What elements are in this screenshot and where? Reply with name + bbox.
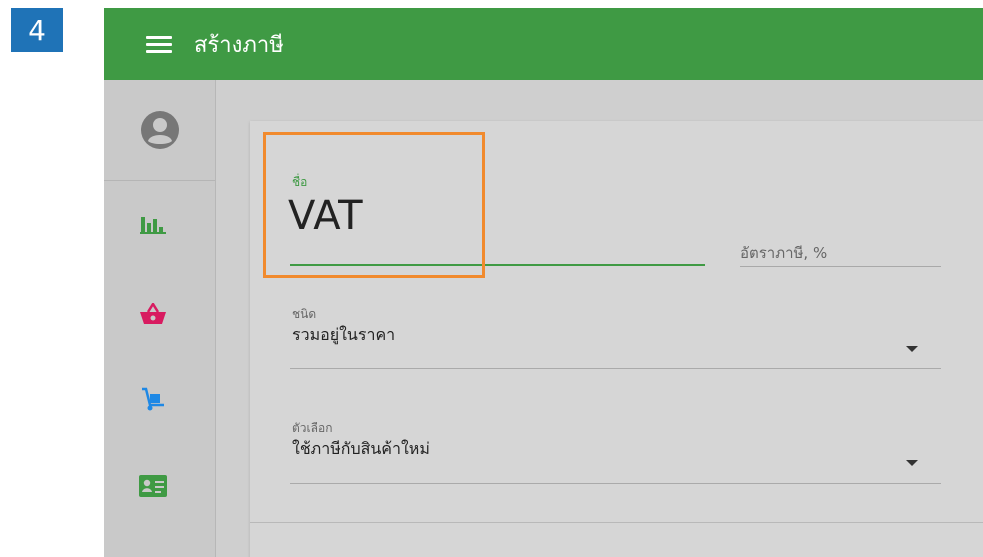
- shopping-basket-icon: [140, 303, 166, 324]
- type-select-underline: [290, 368, 941, 369]
- option-select-underline: [290, 483, 941, 484]
- sidebar-item-sales[interactable]: [139, 300, 167, 328]
- option-select-label: ตัวเลือก: [292, 421, 333, 435]
- card-divider: [250, 522, 983, 523]
- type-select-label: ชนิด: [292, 307, 317, 321]
- hamburger-menu-icon[interactable]: [146, 32, 172, 57]
- type-select[interactable]: รวมอยู่ในราคา: [292, 323, 395, 348]
- sidebar-item-contacts[interactable]: [139, 472, 167, 500]
- tax-rate-input[interactable]: อัตราภาษี, %: [740, 241, 827, 265]
- sidebar-item-profile[interactable]: [104, 80, 215, 181]
- type-chevron-down-icon[interactable]: [906, 346, 918, 352]
- sidebar-item-reports[interactable]: [139, 210, 167, 238]
- account-circle-icon: [140, 111, 179, 149]
- app-window: สร้างภาษี ชื่อ VAT อัตราภาษี, % ชนิด รวม…: [104, 8, 983, 557]
- bar-chart-icon: [140, 217, 166, 234]
- sidebar: [104, 80, 216, 557]
- contact-card-icon: [139, 475, 167, 497]
- highlight-box: [263, 132, 485, 278]
- hand-truck-icon: [142, 387, 164, 411]
- option-chevron-down-icon[interactable]: [906, 460, 918, 466]
- tax-rate-underline: [740, 266, 941, 267]
- sidebar-item-purchases[interactable]: [139, 385, 167, 413]
- step-number-badge: 4: [11, 8, 63, 52]
- option-select[interactable]: ใช้ภาษีกับสินค้าใหม่: [292, 437, 430, 462]
- page-title: สร้างภาษี: [194, 32, 284, 58]
- app-bar: สร้างภาษี: [104, 8, 983, 80]
